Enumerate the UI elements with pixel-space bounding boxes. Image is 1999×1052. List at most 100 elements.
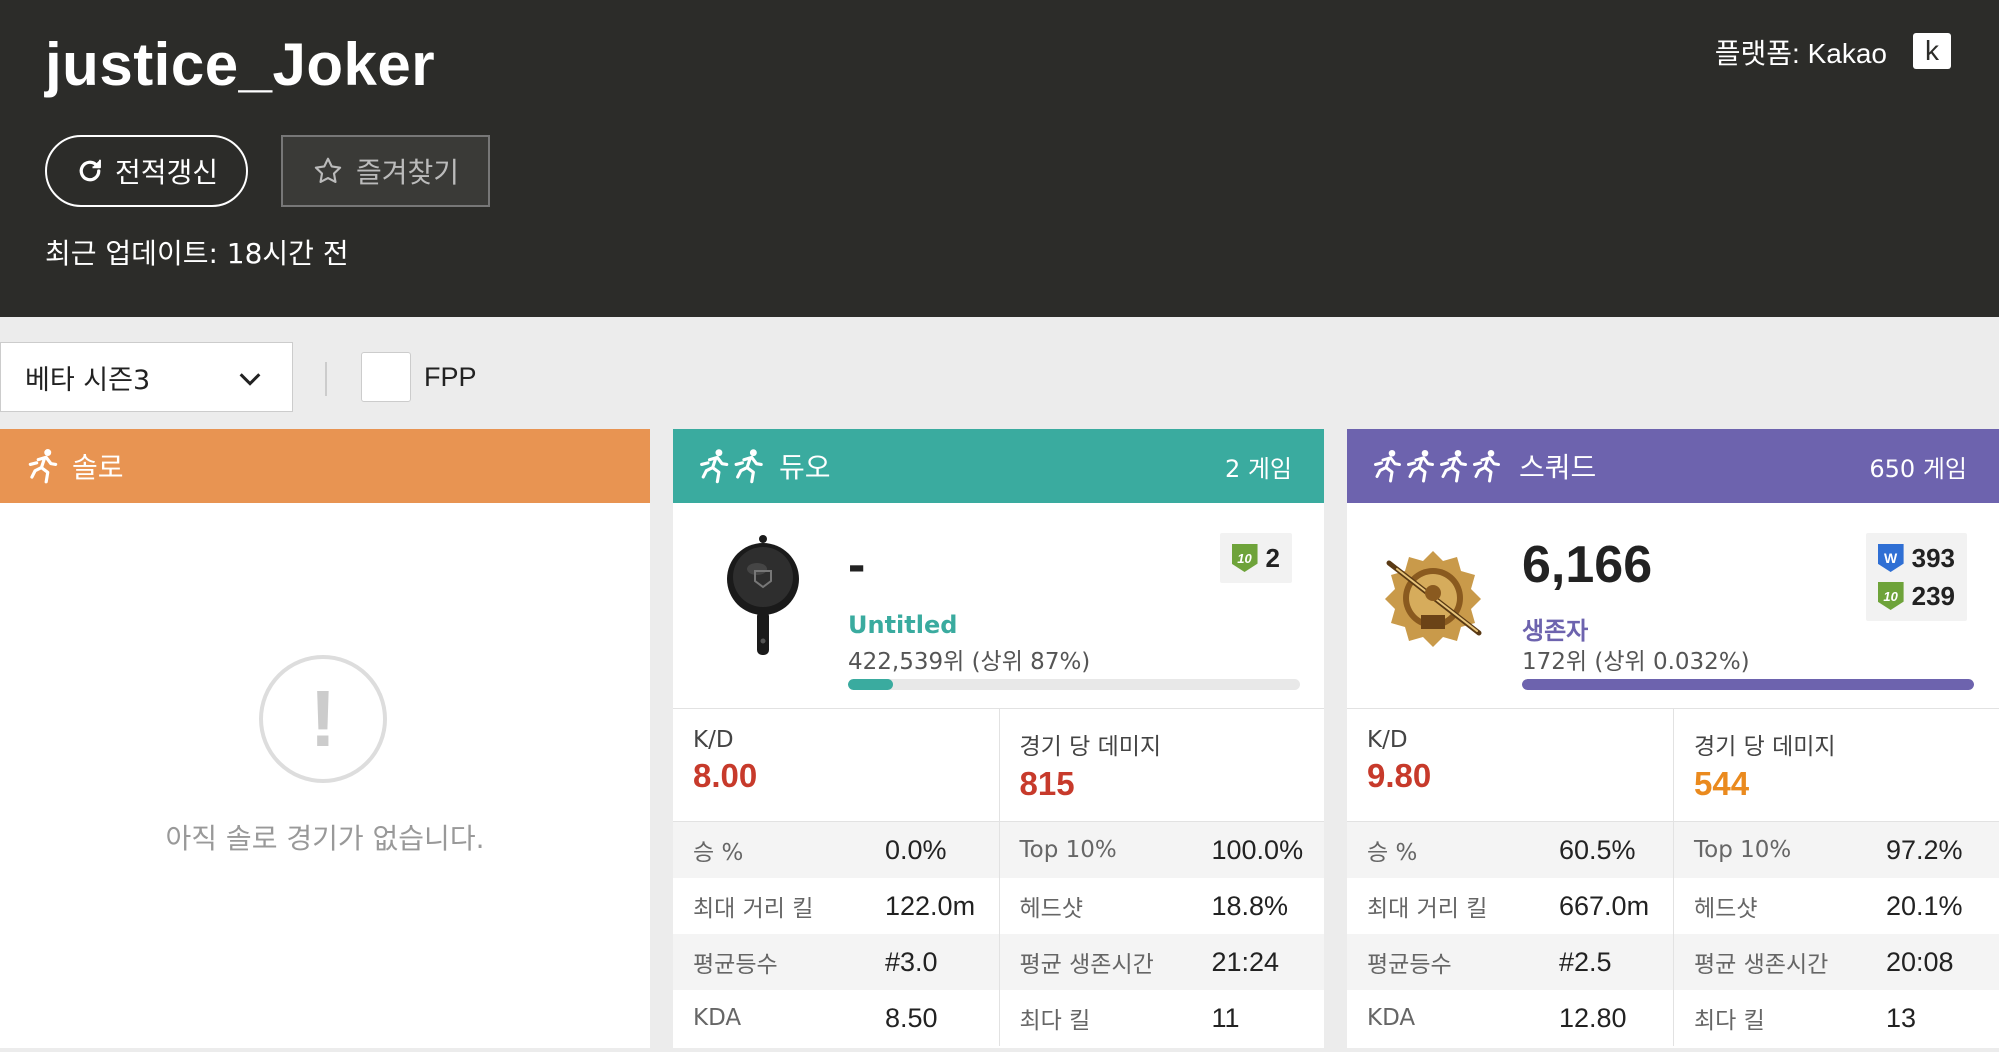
duo-kd-value: 8.00 bbox=[693, 757, 758, 794]
squad-badges: W 393 10 239 bbox=[1865, 533, 1967, 621]
refresh-stats-button[interactable]: 전적갱신 bbox=[45, 135, 248, 207]
squad-damage-label: 경기 당 데미지 bbox=[1694, 734, 1836, 760]
squad-top10-count: 239 bbox=[1911, 580, 1955, 611]
duo-damage-value: 815 bbox=[1019, 765, 1075, 802]
squad-card: 스쿼드 650 게임 6,166 생존자 172위 (상위 0.032%) W … bbox=[1347, 429, 1999, 1048]
stat-value: 11 bbox=[1211, 1002, 1240, 1033]
top10-shield-icon: 10 bbox=[1877, 582, 1904, 610]
duo-top10-badge: 10 2 bbox=[1231, 539, 1280, 577]
squad-tier-name: 생존자 bbox=[1522, 617, 1589, 645]
platform-label: 플랫폼: Kakao bbox=[1714, 38, 1887, 69]
duo-damage: 경기 당 데미지 815 bbox=[998, 709, 1325, 821]
squad-stat-table: 승 % 60.5% Top 10% 97.2% 최대 거리 킬 667.0m 헤드샷 2… bbox=[1347, 822, 1999, 1046]
squad-kd: K/D 9.80 bbox=[1347, 709, 1673, 821]
stat-label: 승 % bbox=[1367, 840, 1418, 866]
refresh-label: 전적갱신 bbox=[114, 157, 219, 188]
squad-rank-area: 6,166 생존자 172위 (상위 0.032%) W 393 10 239 bbox=[1347, 503, 1999, 709]
duo-top10-count: 2 bbox=[1265, 542, 1280, 573]
stat-value: 18.8% bbox=[1211, 890, 1289, 921]
squad-damage: 경기 당 데미지 544 bbox=[1673, 709, 1999, 821]
squad-kd-label: K/D bbox=[1367, 727, 1408, 753]
squad-main-stats: K/D 9.80 경기 당 데미지 544 bbox=[1347, 709, 1999, 822]
stat-value: 13 bbox=[1886, 1002, 1917, 1033]
stat-label: KDA bbox=[1367, 1005, 1416, 1031]
duo-card-header: 듀오 2 게임 bbox=[673, 429, 1324, 503]
stat-value: 60.5% bbox=[1559, 834, 1636, 865]
stat-value: 20.1% bbox=[1886, 890, 1963, 921]
duo-damage-label: 경기 당 데미지 bbox=[1019, 734, 1162, 760]
stat-label: 최다 킬 bbox=[1019, 1008, 1091, 1034]
player-name: justice_Joker bbox=[45, 31, 436, 98]
duo-card: 듀오 2 게임 - Untitled 422,539위 (상위 87%) 10 … bbox=[673, 429, 1324, 1048]
top10-shield-icon: 10 bbox=[1231, 544, 1258, 572]
table-row: 평균등수 #3.0 평균 생존시간 21:24 bbox=[673, 934, 1324, 990]
duo-games-count: 2 게임 bbox=[1224, 455, 1292, 483]
duo-tier-name: Untitled bbox=[848, 611, 958, 639]
solo-title: 솔로 bbox=[72, 451, 124, 484]
duo-rank-progress-bar bbox=[848, 679, 1300, 690]
stat-label: 최다 킬 bbox=[1694, 1008, 1765, 1034]
stat-value: #2.5 bbox=[1559, 946, 1612, 977]
stat-label: 평균 생존시간 bbox=[1019, 952, 1154, 978]
four-runners-icon bbox=[1374, 449, 1500, 483]
frying-pan-tier-icon bbox=[727, 535, 799, 655]
stat-value: 100.0% bbox=[1211, 834, 1304, 865]
table-row: 승 % 0.0% Top 10% 100.0% bbox=[673, 822, 1324, 878]
favorite-button[interactable]: 즐겨찾기 bbox=[281, 135, 490, 207]
survivor-tier-emblem-icon bbox=[1385, 551, 1482, 647]
stat-label: 평균등수 bbox=[1367, 952, 1452, 978]
kakao-logo-icon: k bbox=[1913, 33, 1951, 69]
star-icon bbox=[314, 157, 342, 183]
duo-rank-points: - bbox=[848, 536, 866, 594]
squad-card-header: 스쿼드 650 게임 bbox=[1347, 429, 1999, 503]
chevron-down-icon bbox=[239, 373, 261, 386]
solo-empty-message: 아직 솔로 경기가 없습니다. bbox=[165, 822, 485, 855]
stat-label: 최대 거리 킬 bbox=[1367, 896, 1488, 922]
squad-rank-points: 6,166 bbox=[1522, 536, 1653, 594]
fpp-label[interactable]: FPP bbox=[424, 362, 477, 393]
duo-kd: K/D 8.00 bbox=[673, 709, 999, 821]
table-row: KDA 12.80 최다 킬 13 bbox=[1347, 990, 1999, 1046]
two-runners-icon bbox=[700, 449, 763, 484]
stat-value: #3.0 bbox=[885, 946, 938, 977]
squad-win-badge: W 393 bbox=[1877, 539, 1955, 577]
refresh-icon bbox=[79, 159, 101, 182]
warning-icon: ! bbox=[259, 655, 387, 783]
table-row: 평균등수 #2.5 평균 생존시간 20:08 bbox=[1347, 934, 1999, 990]
duo-rank-position: 422,539위 (상위 87%) bbox=[848, 649, 1091, 675]
stat-value: 97.2% bbox=[1886, 834, 1963, 865]
season-dropdown[interactable]: 베타 시즌3 bbox=[0, 342, 293, 412]
win-shield-icon: W bbox=[1877, 544, 1904, 572]
duo-rank-area: - Untitled 422,539위 (상위 87%) 10 2 bbox=[673, 503, 1324, 709]
squad-title: 스쿼드 bbox=[1519, 451, 1597, 484]
stat-label: 평균 생존시간 bbox=[1694, 952, 1829, 978]
squad-kd-value: 9.80 bbox=[1367, 757, 1432, 794]
stat-value: 12.80 bbox=[1559, 1002, 1627, 1033]
squad-rank-position: 172위 (상위 0.032%) bbox=[1522, 649, 1750, 675]
favorite-label: 즐겨찾기 bbox=[355, 157, 460, 188]
stat-label: Top 10% bbox=[1019, 837, 1117, 863]
duo-kd-label: K/D bbox=[693, 727, 734, 753]
stat-value: 667.0m bbox=[1559, 890, 1650, 921]
stat-label: 승 % bbox=[693, 840, 744, 866]
squad-top10-badge: 10 239 bbox=[1877, 577, 1955, 615]
fpp-checkbox[interactable] bbox=[361, 352, 411, 402]
duo-main-stats: K/D 8.00 경기 당 데미지 815 bbox=[673, 709, 1324, 822]
duo-badges: 10 2 bbox=[1219, 533, 1292, 583]
solo-card-header: 솔로 bbox=[0, 429, 650, 503]
solo-card: 솔로 ! 아직 솔로 경기가 없습니다. bbox=[0, 429, 650, 1048]
stat-value: 122.0m bbox=[885, 890, 976, 921]
filter-divider bbox=[325, 362, 327, 396]
squad-games-count: 650 게임 bbox=[1869, 455, 1967, 483]
table-row: KDA 8.50 최다 킬 11 bbox=[673, 990, 1324, 1046]
profile-header: justice_Joker 전적갱신 즐겨찾기 최근 업데이트: 18시간 전 … bbox=[0, 0, 1999, 317]
squad-win-count: 393 bbox=[1911, 542, 1955, 573]
squad-rank-progress-bar bbox=[1522, 679, 1974, 690]
stat-label: Top 10% bbox=[1694, 837, 1792, 863]
stat-label: 헤드샷 bbox=[1019, 896, 1083, 922]
stat-value: 0.0% bbox=[885, 834, 947, 865]
runner-icon bbox=[28, 449, 58, 484]
stat-value: 21:24 bbox=[1211, 946, 1280, 977]
duo-title: 듀오 bbox=[779, 451, 831, 484]
duo-stat-table: 승 % 0.0% Top 10% 100.0% 최대 거리 킬 122.0m 헤드샷 1… bbox=[673, 822, 1324, 1046]
